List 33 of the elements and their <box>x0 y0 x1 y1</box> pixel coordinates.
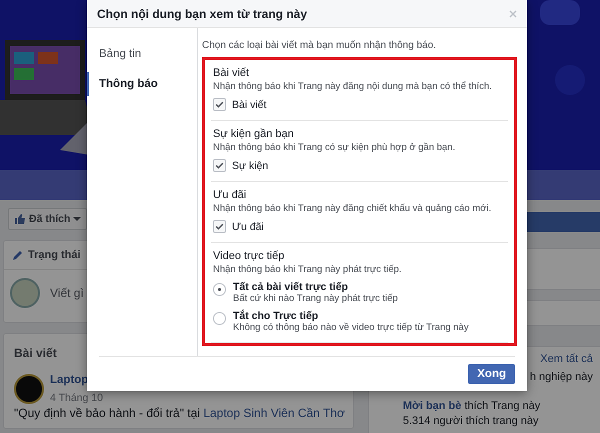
checkbox-label: Bài viết <box>232 98 266 110</box>
see-all-link[interactable]: Xem tất cả <box>540 353 593 365</box>
nav-item[interactable]: Bảng tin <box>87 42 197 66</box>
invite-text: Mời bạn bè thích Trang này <box>402 400 540 412</box>
invite-link[interactable]: Mời bạn bè <box>402 400 462 412</box>
section-description: Nhận thông báo khi Trang có sự kiện phù hợp ở gần bạn. <box>213 142 456 153</box>
radio-label: Tất cả bài viết trực tiếp <box>233 281 349 293</box>
post-date: 4 Tháng 10 <box>50 392 103 404</box>
status-tab[interactable]: Trạng thái <box>28 249 81 261</box>
post-text: "Quy định về bảo hành - đổi trả" tại Laptop Sinh Viên Cần Thơ <box>14 406 345 420</box>
checkbox-label: Ưu đãi <box>232 220 264 232</box>
sidebar-text: h nghiệp này <box>530 371 593 383</box>
option-description: Không có thông báo nào về video trực tiếp từ Trang này <box>233 322 469 333</box>
checkbox-label: Sự kiện <box>232 160 268 172</box>
done-button[interactable]: Xong <box>468 364 515 384</box>
option-description: Bất cứ khi nào Trang này phát trực tiếp <box>233 293 398 304</box>
nav-item[interactable]: Thông báo <box>87 72 197 96</box>
page-link[interactable]: Laptop Sinh Viên Cần Thơ <box>203 406 345 420</box>
radio-label: Tắt cho Trực tiếp <box>233 310 320 322</box>
section-title: Sự kiện gần bạn <box>213 128 295 140</box>
likes-count: 5.314 người thích trang này <box>402 415 539 427</box>
section-title: Bài viết <box>213 67 250 79</box>
intro-text: Chọn các loại bài viết mà bạn muốn nhận thông báo. <box>202 40 438 51</box>
posts-heading: Bài viết <box>14 346 57 360</box>
section-description: Nhận thông báo khi Trang này phát trực tiếp. <box>213 264 403 275</box>
dialog-title: Chọn nội dung bạn xem từ trang này <box>97 6 308 20</box>
like-button[interactable]: Đã thích <box>8 208 88 230</box>
section-description: Nhận thông báo khi Trang này đăng nội dung mà bạn có thể thích. <box>213 81 493 92</box>
section-description: Nhận thông báo khi Trang này đăng chiết khấu và quảng cáo mới. <box>213 203 492 214</box>
section-title: Ưu đãi <box>213 189 248 201</box>
author-link[interactable]: Laptop <box>50 374 88 386</box>
composer-placeholder[interactable]: Viết gì <box>50 286 84 300</box>
section-title: Video trực tiếp <box>213 250 286 262</box>
